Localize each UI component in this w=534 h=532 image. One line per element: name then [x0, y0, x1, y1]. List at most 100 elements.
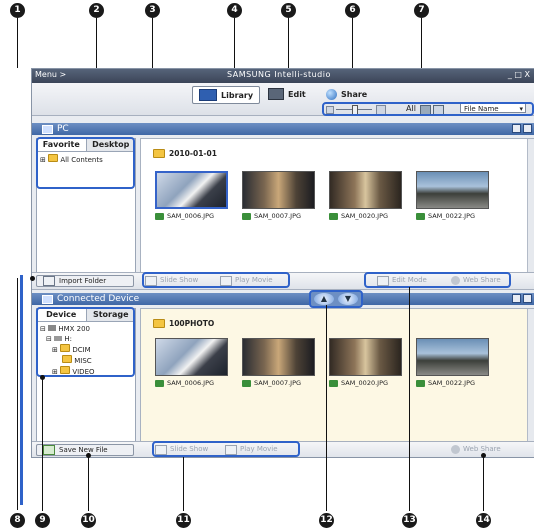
callout-line [409, 287, 410, 511]
folder-icon [153, 319, 165, 328]
thumbnail-caption: SAM_0022.JPG [416, 212, 489, 220]
pc-panel-title: PC [57, 124, 69, 134]
menu-button[interactable]: Menu > [35, 70, 66, 79]
thumbnail-image [329, 171, 402, 209]
thumbnail-item[interactable]: SAM_0007.JPG [242, 171, 315, 220]
callout-6: 6 [345, 3, 360, 18]
callout-highlight-device-actions [152, 441, 300, 457]
thumbnail-caption: SAM_0020.JPG [329, 212, 402, 220]
thumbnail-caption: SAM_0020.JPG [329, 379, 402, 387]
device-icon [42, 295, 53, 304]
thumbnail-image [242, 338, 315, 376]
title-bar: Menu > SAMSUNG Intelli-studio _ □ X [32, 69, 534, 83]
thumbnail-caption: SAM_0022.JPG [416, 379, 489, 387]
minimize-button[interactable] [512, 294, 521, 303]
thumbnail-filename: SAM_0007.JPG [254, 212, 302, 220]
device-scrollbar[interactable] [527, 309, 534, 441]
maximize-button[interactable] [523, 124, 532, 133]
thumbnail-item[interactable]: SAM_0020.JPG [329, 171, 402, 220]
callout-highlight-device-tree [36, 307, 135, 377]
pc-folder-label: 2010-01-01 [153, 149, 217, 158]
thumbnail-filename: SAM_0022.JPG [428, 212, 476, 220]
callout-5: 5 [281, 3, 296, 18]
save-new-file-label: Save New File [59, 446, 108, 454]
camera-icon [416, 212, 425, 220]
callout-line [483, 456, 484, 511]
pc-scrollbar[interactable] [527, 139, 534, 272]
web-share-button[interactable]: Web Share [451, 444, 501, 455]
callout-highlight-pc-actions [142, 272, 290, 288]
thumbnail-item[interactable]: SAM_0006.JPG [155, 171, 228, 220]
edit-icon [268, 88, 284, 100]
pc-content-area: 2010-01-01 SAM_0006.JPG SAM_0007.JPG SAM… [140, 138, 534, 274]
tab-label: Edit [288, 89, 306, 99]
thumbnail-filename: SAM_0006.JPG [167, 379, 215, 387]
callout-line [88, 456, 89, 511]
tab-edit[interactable]: Edit [262, 86, 312, 102]
callout-9: 9 [35, 513, 50, 528]
callout-10: 10 [81, 513, 96, 528]
thumbnail-item[interactable]: SAM_0007.JPG [242, 338, 315, 387]
device-content-area: 100PHOTO SAM_0006.JPG SAM_0007.JPG SAM_0… [140, 308, 534, 443]
thumbnail-filename: SAM_0007.JPG [254, 379, 302, 387]
up-arrow-icon[interactable]: ▲ [314, 293, 334, 305]
camera-icon [155, 379, 164, 387]
tab-label: Library [221, 90, 254, 100]
device-folder-label: 100PHOTO [153, 319, 214, 328]
thumbnail-image [242, 171, 315, 209]
down-arrow-icon[interactable]: ▼ [338, 293, 358, 305]
library-icon [199, 89, 217, 101]
thumbnail-filename: SAM_0020.JPG [341, 379, 389, 387]
device-panel-title: Connected Device [57, 294, 140, 304]
globe-icon [451, 445, 460, 454]
thumbnail-item[interactable]: SAM_0022.JPG [416, 171, 489, 220]
app-title: SAMSUNG Intelli-studio [227, 70, 331, 79]
tab-library[interactable]: Library [192, 86, 261, 104]
import-icon [43, 276, 55, 286]
device-panel-header: Connected Device [32, 293, 534, 305]
folder-icon [153, 149, 165, 158]
folder-name: 100PHOTO [169, 319, 215, 328]
pc-thumbnail-row: SAM_0006.JPG SAM_0007.JPG SAM_0020.JPG S… [155, 171, 489, 220]
camera-icon [242, 212, 251, 220]
thumbnail-filename: SAM_0022.JPG [428, 379, 476, 387]
pc-panel-header: PC [32, 123, 534, 135]
maximize-button[interactable] [523, 294, 532, 303]
thumbnail-item[interactable]: SAM_0006.JPG [155, 338, 228, 387]
minimize-button[interactable] [512, 124, 521, 133]
import-folder-label: Import Folder [59, 277, 107, 285]
thumbnail-filename: SAM_0020.JPG [341, 212, 389, 220]
callout-4: 4 [227, 3, 242, 18]
callout-11: 11 [176, 513, 191, 528]
side-marker [20, 275, 23, 505]
intelli-studio-window: Menu > SAMSUNG Intelli-studio _ □ X Libr… [31, 68, 534, 458]
camera-icon [155, 212, 164, 220]
camera-icon [416, 379, 425, 387]
callout-3: 3 [145, 3, 160, 18]
save-icon [43, 445, 55, 455]
thumbnail-image [155, 338, 228, 376]
callout-line [183, 457, 184, 511]
device-thumbnail-row: SAM_0006.JPG SAM_0007.JPG SAM_0020.JPG S… [155, 338, 489, 387]
callout-highlight-view-controls [322, 102, 534, 116]
callout-2: 2 [89, 3, 104, 18]
camera-icon [329, 212, 338, 220]
pc-icon [42, 125, 53, 134]
callout-1: 1 [10, 3, 25, 18]
save-new-file-button[interactable]: Save New File [36, 444, 134, 456]
callout-line [326, 305, 327, 511]
camera-icon [329, 379, 338, 387]
thumbnail-item[interactable]: SAM_0022.JPG [416, 338, 489, 387]
thumbnail-image [416, 171, 489, 209]
camera-icon [242, 379, 251, 387]
window-controls[interactable]: _ □ X [508, 70, 530, 79]
thumbnail-caption: SAM_0007.JPG [242, 212, 315, 220]
callout-12: 12 [319, 513, 334, 528]
thumbnail-item[interactable]: SAM_0020.JPG [329, 338, 402, 387]
tab-share[interactable]: Share [320, 86, 373, 102]
import-folder-button[interactable]: Import Folder [36, 275, 134, 287]
callout-14: 14 [476, 513, 491, 528]
callout-13: 13 [402, 513, 417, 528]
thumbnail-caption: SAM_0006.JPG [155, 379, 228, 387]
callout-dot [30, 276, 35, 281]
